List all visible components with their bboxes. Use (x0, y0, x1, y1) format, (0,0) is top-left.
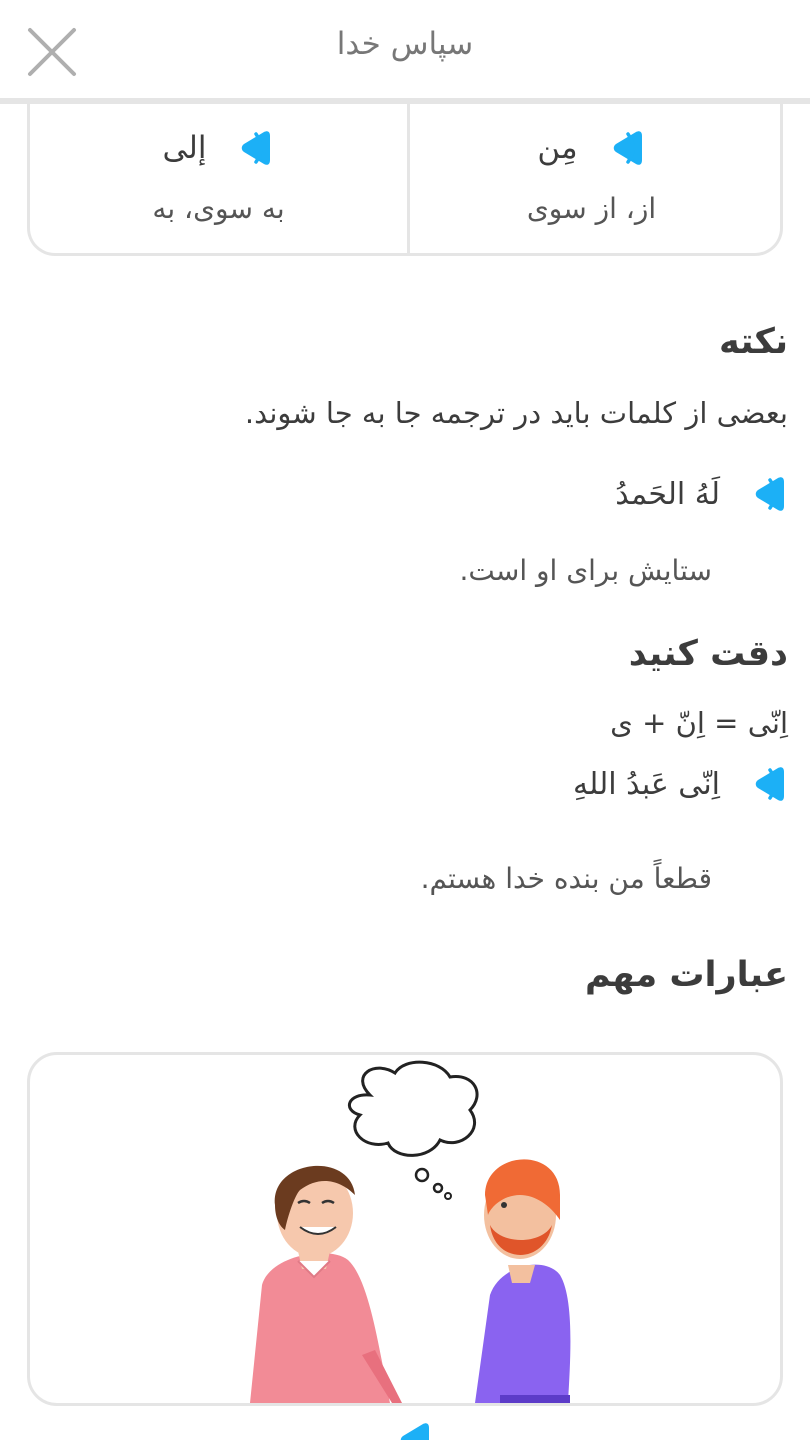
speaker-icon[interactable] (590, 128, 646, 168)
vocabulary-card: مِن از، از سوی إلى به سوی، به (27, 104, 783, 256)
example-arabic: اِنّی عَبدُ اللهِ (573, 766, 720, 802)
example-translation: قطعاً من بنده خدا هستم. (420, 862, 712, 895)
note-example: لَهُ الحَمدُ (615, 474, 788, 514)
page-title: سپاس خدا (336, 26, 474, 62)
word-translation: از، از سوی (526, 192, 657, 225)
phrases-heading: عبارات مهم (584, 955, 788, 995)
word-translation: به سوی، به (152, 192, 285, 225)
speaker-icon[interactable] (732, 474, 788, 514)
speaker-icon[interactable] (377, 1420, 433, 1440)
column-divider (407, 104, 410, 253)
attention-body: اِنّی = اِنّ + ی (610, 706, 788, 740)
word-arabic: مِن (537, 130, 578, 166)
header-bar: سپاس خدا (0, 0, 810, 100)
attention-example: اِنّی عَبدُ اللهِ (573, 764, 788, 804)
illustration-card (27, 1052, 783, 1406)
note-heading: نکته (718, 322, 788, 362)
word-cell: مِن از، از سوی (403, 104, 780, 253)
word-row: إلى (30, 128, 407, 168)
word-row: مِن (403, 128, 780, 168)
speaker-icon[interactable] (732, 764, 788, 804)
conversation-illustration (250, 1060, 571, 1403)
note-body: بعضی از کلمات باید در ترجمه جا به جا شون… (244, 396, 788, 430)
next-phrase-peek (300, 1420, 510, 1440)
word-arabic: إلى (162, 130, 207, 166)
example-translation: ستایش برای او است. (459, 554, 712, 587)
example-arabic: لَهُ الحَمدُ (615, 476, 720, 512)
thought-bubble-icon (347, 1060, 479, 1200)
word-cell: إلى به سوی، به (30, 104, 407, 253)
speaker-icon[interactable] (218, 128, 274, 168)
man-purple-shirt-icon (475, 1159, 571, 1403)
attention-heading: دقت کنید (628, 634, 788, 674)
man-pink-shirt-icon (250, 1165, 402, 1403)
